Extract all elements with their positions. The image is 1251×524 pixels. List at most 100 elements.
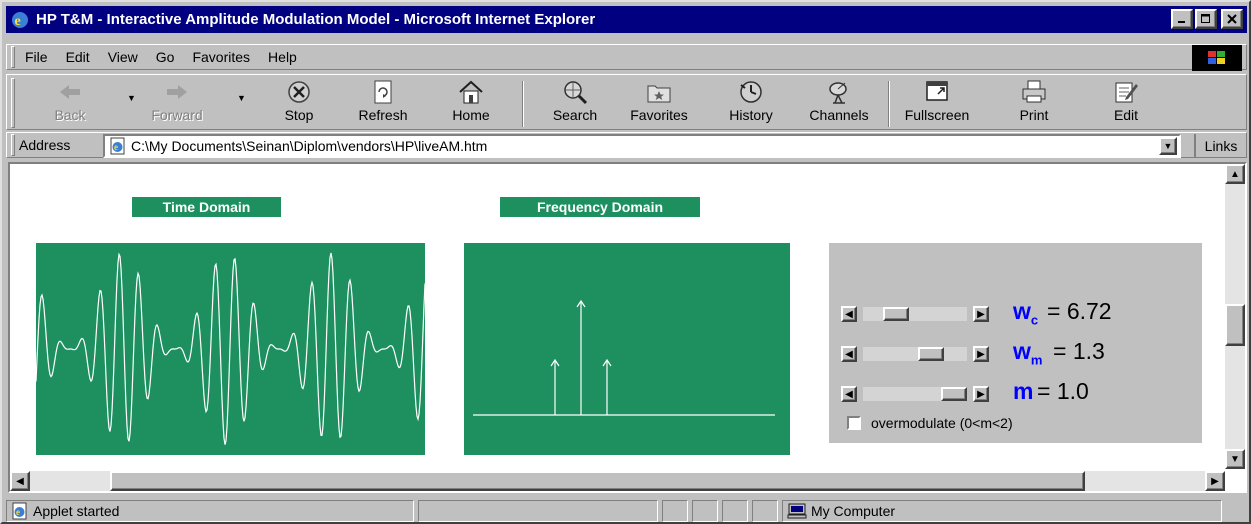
wm-right-arrow[interactable]: ▶ [973,346,989,362]
channels-satellite-icon [829,82,847,104]
horizontal-scroll-thumb[interactable] [110,471,1085,491]
maximize-icon [1201,14,1210,23]
carrier-spike [576,299,586,415]
wm-left-arrow[interactable]: ◀ [841,346,857,362]
control-panel: ◀ ▶ wc = 6.72 ◀ ▶ wm = 1.3 ◀ ▶ m = 1.0 o… [829,243,1202,443]
fullscreen-button[interactable]: Fullscreen [900,79,974,129]
print-button[interactable]: Print [997,79,1071,129]
status-progress-pane [418,500,658,522]
upper-sideband-spike [602,358,612,415]
channels-button[interactable]: Channels [802,79,876,129]
address-dropdown-button[interactable]: ▼ [1159,137,1177,155]
m-value: = 1.0 [1037,378,1089,404]
status-pane [722,500,748,522]
forward-button[interactable]: Forward [140,79,214,129]
wm-scrollbar[interactable]: ◀ ▶ [841,344,989,364]
chevron-left-icon: ◀ [16,475,24,487]
status-bar: e Applet started My Computer [6,500,1247,522]
status-zone: My Computer [811,503,896,519]
wc-left-arrow[interactable]: ◀ [841,306,857,322]
wm-value: = 1.3 [1053,338,1105,364]
wc-thumb[interactable] [882,307,909,321]
vertical-scrollbar[interactable]: ▲ ▼ [1225,164,1245,469]
wc-symbol: wc [1013,298,1039,328]
search-button[interactable]: Search [538,79,612,129]
favorites-button[interactable]: Favorites [622,79,696,129]
back-dropdown-icon[interactable]: ▼ [127,93,136,103]
m-thumb[interactable] [941,387,967,401]
wm-track[interactable] [863,347,967,361]
stop-icon [288,81,310,103]
print-label: Print [1019,107,1049,123]
wm-slider-row: ◀ ▶ wm = 1.3 [841,338,1181,368]
menu-favorites[interactable]: Favorites [192,49,250,65]
chevron-left-icon: ◀ [845,308,853,320]
links-button[interactable]: Links [1194,134,1246,158]
m-scrollbar[interactable]: ◀ ▶ [841,384,989,404]
wc-track[interactable] [863,307,967,321]
chevron-left-icon: ◀ [845,348,853,360]
menu-go[interactable]: Go [156,49,175,65]
overmodulate-checkbox[interactable] [847,416,861,430]
scroll-up-button[interactable]: ▲ [1225,164,1245,184]
wc-slider-row: ◀ ▶ wc = 6.72 [841,298,1181,328]
minimize-button[interactable] [1171,9,1193,29]
menu-help[interactable]: Help [268,49,297,65]
favorites-label: Favorites [630,107,688,123]
history-button[interactable]: History [714,79,788,129]
svg-text:e: e [114,142,118,152]
window-title: HP T&M - Interactive Amplitude Modulatio… [36,11,596,28]
address-input[interactable]: e C:\My Documents\Seinan\Diplom\vendors\… [103,134,1181,158]
scroll-right-button[interactable]: ▶ [1205,471,1225,491]
address-grip[interactable] [11,134,15,156]
time-domain-plot [36,243,425,455]
frequency-domain-plot [464,243,790,455]
wc-scrollbar[interactable]: ◀ ▶ [841,304,989,324]
m-right-arrow[interactable]: ▶ [973,386,989,402]
close-button[interactable] [1221,9,1243,29]
menu-grip[interactable] [11,46,15,68]
maximize-button[interactable] [1195,9,1217,29]
search-label: Search [552,107,598,123]
vertical-scroll-thumb[interactable] [1225,304,1245,346]
menu-edit[interactable]: Edit [66,49,90,65]
scroll-left-button[interactable]: ◀ [10,471,30,491]
printer-icon [1022,80,1046,103]
fullscreen-label: Fullscreen [904,107,970,123]
lower-sideband-spike [550,358,560,415]
m-symbol: m [1013,378,1034,404]
stop-label: Stop [284,107,314,123]
forward-dropdown-icon[interactable]: ▼ [237,93,246,103]
home-button[interactable]: Home [434,79,508,129]
menu-view[interactable]: View [108,49,138,65]
toolbar-grip[interactable] [11,78,15,128]
back-button[interactable]: Back [33,79,107,129]
m-left-arrow[interactable]: ◀ [841,386,857,402]
title-bar[interactable]: e HP T&M - Interactive Amplitude Modulat… [6,6,1247,33]
wc-right-arrow[interactable]: ▶ [973,306,989,322]
horizontal-scrollbar[interactable]: ◀ ▶ [10,471,1225,491]
stop-button[interactable]: Stop [262,79,336,129]
menu-file[interactable]: File [25,49,48,65]
overmodulate-option[interactable]: overmodulate (0<m<2) [847,415,1013,431]
wm-thumb[interactable] [917,347,944,361]
page-content: Time Domain Frequency Domain ◀ ▶ wc = 6.… [8,162,1247,493]
ie-logo-icon: e [12,11,28,29]
edit-notepad-icon [1115,82,1138,103]
minimize-icon [1178,21,1185,23]
frequency-domain-header: Frequency Domain [500,197,700,217]
fullscreen-icon [926,81,948,101]
address-label: Address [19,137,71,153]
close-icon [1227,14,1237,24]
forward-arrow-icon [167,85,187,99]
status-pane [692,500,718,522]
refresh-button[interactable]: Refresh [346,79,420,129]
scroll-down-button[interactable]: ▼ [1225,449,1245,469]
search-globe-icon [564,81,588,105]
address-bar: Address e C:\My Documents\Seinan\Diplom\… [6,132,1247,158]
back-arrow-icon [60,85,80,99]
menu-bar: File Edit View Go Favorites Help [6,44,1247,71]
edit-button[interactable]: Edit [1089,79,1163,129]
chevron-right-icon: ▶ [977,388,985,400]
chevron-right-icon: ▶ [977,308,985,320]
